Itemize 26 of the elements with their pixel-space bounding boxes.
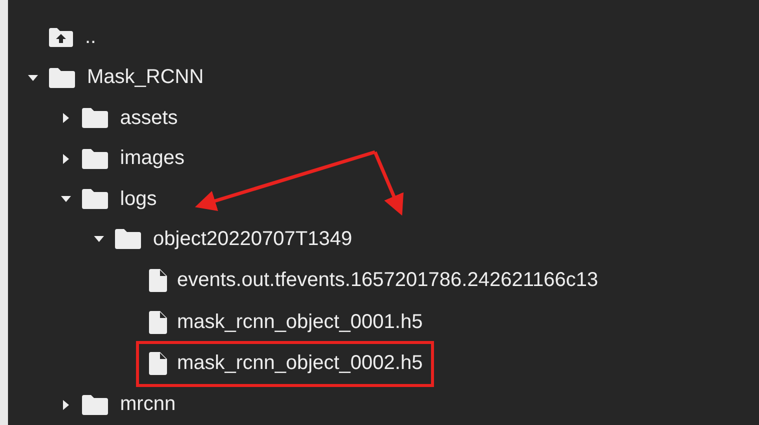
caret-icon[interactable] [61, 400, 71, 410]
folder-up-icon [49, 28, 73, 47]
file-icon [149, 269, 167, 292]
folder-name[interactable]: Mask_RCNN [87, 66, 204, 90]
folder-name[interactable]: logs [120, 188, 157, 211]
caret-icon[interactable] [94, 234, 104, 244]
folder-icon [49, 68, 75, 88]
folder-name[interactable]: images [120, 147, 184, 170]
folder-name[interactable]: object20220707T1349 [153, 228, 352, 251]
file-icon [149, 310, 167, 334]
folder-name[interactable]: assets [120, 106, 178, 130]
folder-name[interactable]: mrcnn [120, 393, 176, 416]
caret-icon[interactable] [61, 113, 71, 124]
caret-icon[interactable] [61, 154, 71, 164]
parent-folder-link[interactable]: .. [85, 26, 96, 49]
file-name[interactable]: mask_rcnn_object_0002.h5 [177, 352, 423, 376]
folder-icon [115, 229, 141, 250]
caret-icon[interactable] [61, 194, 71, 204]
file-name[interactable]: events.out.tfevents.1657201786.242621166c13 [177, 269, 598, 292]
folder-icon [82, 148, 108, 169]
folder-icon [82, 108, 108, 128]
folder-icon [82, 394, 108, 415]
file-icon [149, 352, 167, 376]
folder-icon [82, 189, 108, 210]
caret-icon[interactable] [28, 72, 38, 83]
file-name[interactable]: mask_rcnn_object_0001.h5 [177, 310, 423, 334]
